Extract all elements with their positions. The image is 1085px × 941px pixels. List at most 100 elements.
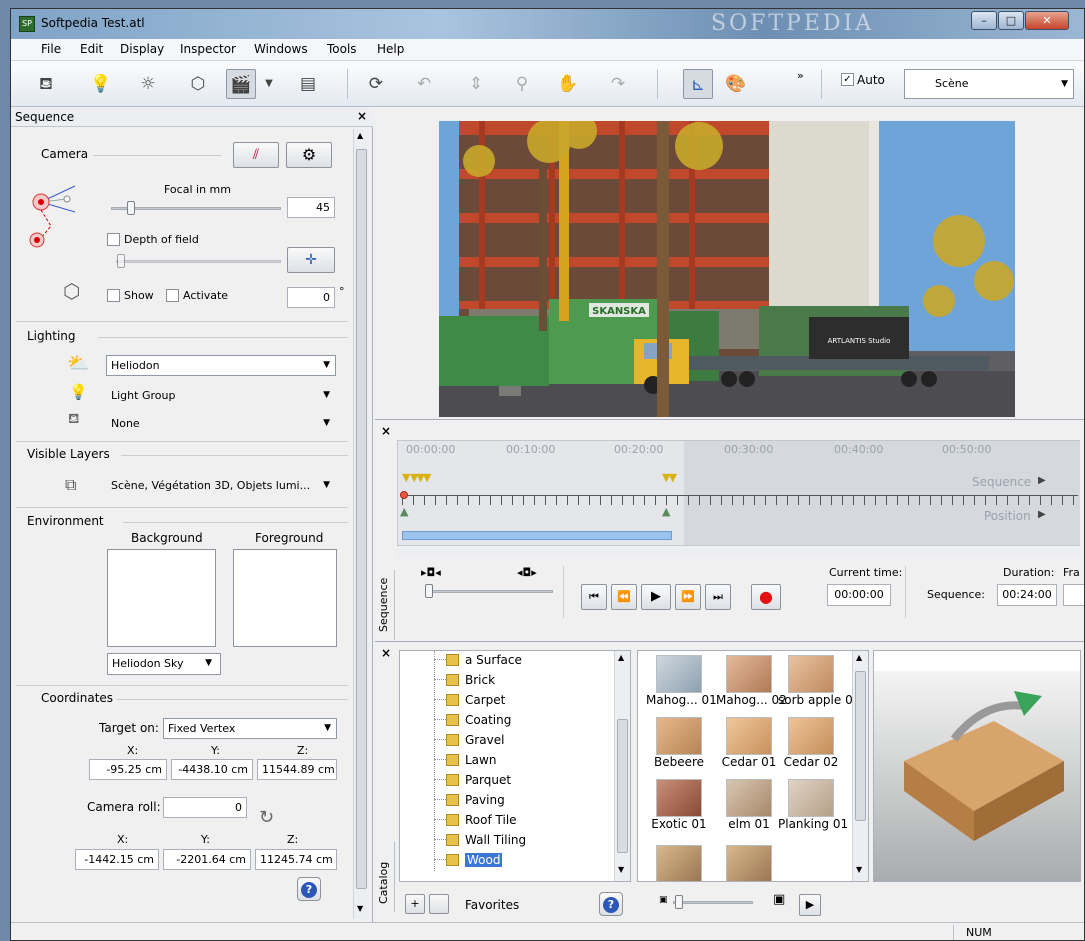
auto-checkbox[interactable]: ✓ [841,73,854,86]
camera-lines-button[interactable]: ⫽ [233,142,279,168]
focal-input[interactable]: 45 [287,197,335,218]
maximize-button[interactable]: □ [998,11,1024,30]
target-z-input[interactable]: 11544.89 cm [257,759,337,780]
shaders-icon[interactable]: ⛾ [31,69,61,99]
thumbnail-size-slider[interactable] [673,901,753,904]
scroll-down-icon[interactable]: ▼ [618,865,624,874]
tree-folder-brick[interactable]: Brick [434,673,495,693]
scroll-down-icon[interactable]: ▼ [357,904,363,913]
material-item[interactable]: Cedar 01 [716,717,782,769]
catalog-help-button[interactable]: ? [599,892,623,916]
position-marker-start[interactable]: ▲ [400,505,408,518]
material-thumbnail[interactable] [656,845,702,881]
hand-icon[interactable]: ✋ [553,69,583,99]
rewind-button[interactable]: ⏪ [611,584,637,610]
scroll-up-icon[interactable]: ▲ [618,653,624,662]
timeline-zoom-thumb[interactable] [425,584,433,598]
timeline-ruler[interactable] [402,495,1078,505]
background-preview[interactable] [107,549,216,647]
focal-slider[interactable] [111,207,281,210]
sequence-track-arrow[interactable]: ▶ [1038,475,1046,486]
sequence-panel-close-icon[interactable]: × [381,424,391,438]
depth-of-field-checkbox[interactable] [107,233,120,246]
thumbnail-size-thumb[interactable] [675,895,683,909]
show-checkbox[interactable] [107,289,120,302]
undo-view-icon[interactable]: ↶ [409,69,439,99]
tree-folder-lawn[interactable]: Lawn [434,753,496,773]
tree-folder-coating[interactable]: Coating [434,713,511,733]
sun-select[interactable]: Heliodon ▼ [106,355,336,376]
material-scrollbar[interactable]: ▲ ▼ [852,651,868,881]
material-item[interactable]: Exotic 01 [646,779,712,831]
focus-target-button[interactable]: ✛ [287,247,335,273]
light-group-select[interactable]: Light Group ▼ [106,385,336,406]
current-time-input[interactable]: 00:00:00 [827,584,891,606]
remove-favorite-button[interactable] [429,894,449,914]
sky-select[interactable]: Heliodon Sky ▼ [107,653,221,675]
angle-input[interactable]: 0 [287,287,335,308]
go-to-start-button[interactable]: ⏮ [581,584,607,610]
scroll-thumb[interactable] [617,719,628,853]
gear-icon[interactable]: ⚙ [286,142,332,168]
visible-layers-select[interactable]: Scène, Végétation 3D, Objets lumi... ▼ [106,475,336,496]
tree-folder-carpet[interactable]: Carpet [434,693,505,713]
scroll-up-icon[interactable]: ▲ [357,131,363,140]
menu-tools[interactable]: Tools [327,42,357,56]
redo-view-icon[interactable]: ↷ [603,69,633,99]
playhead[interactable] [400,491,408,499]
zoom-icon[interactable]: ⚲ [507,69,537,99]
catalog-tab[interactable]: Catalog [375,842,395,912]
record-button[interactable]: ● [751,584,781,610]
minimize-button[interactable]: – [971,11,997,30]
catalog-panel-close-icon[interactable]: × [381,646,391,660]
depth-slider[interactable] [116,260,281,263]
menu-file[interactable]: File [41,42,61,56]
material-item[interactable]: Cedar 02 [778,717,844,769]
panel-scrollbar[interactable]: ▲ ▼ [353,129,369,919]
rotate-view-icon[interactable]: ⟳ [361,69,391,99]
scroll-down-icon[interactable]: ▼ [856,865,862,874]
keyframe-markers[interactable]: ▼ ▼▼▼ [402,471,431,484]
chevron-down-icon[interactable]: ▼ [261,69,277,99]
tree-folder-wood[interactable]: Wood [434,853,503,873]
panel-close-icon[interactable]: × [357,109,367,123]
duration-input[interactable]: 00:24:00 [997,584,1057,606]
menu-help[interactable]: Help [377,42,404,56]
camera-z-input[interactable]: 11245.74 cm [255,849,337,870]
tree-folder-paving[interactable]: Paving [434,793,505,813]
tree-folder-roof-tile[interactable]: Roof Tile [434,813,517,833]
fast-forward-button[interactable]: ⏩ [675,584,701,610]
material-item[interactable]: elm 01 [716,779,782,831]
camera-roll-input[interactable]: 0 [163,797,247,818]
help-button[interactable]: ? [297,877,321,901]
shader-select[interactable]: None ▼ [106,413,336,434]
scroll-up-icon[interactable]: ▲ [856,653,862,662]
close-button[interactable]: ✕ [1025,11,1069,30]
light-bulb-icon[interactable]: 💡 [86,69,116,99]
foreground-preview[interactable] [233,549,337,647]
material-item[interactable]: Planking 01 [778,779,848,831]
scroll-thumb[interactable] [855,671,866,821]
sequence-tab[interactable]: Sequence [375,570,395,640]
camera-x-input[interactable]: -1442.15 cm [75,849,159,870]
camera-y-input[interactable]: -2201.64 cm [163,849,251,870]
position-track-arrow[interactable]: ▶ [1038,509,1046,520]
tree-folder-gravel[interactable]: Gravel [434,733,504,753]
tree-folder-a-surface[interactable]: a Surface [434,653,522,673]
sun-icon[interactable]: ☼ [133,69,163,99]
axes-icon[interactable]: ⊾ [683,69,713,99]
roll-dial-icon[interactable]: ↻ [259,807,274,828]
menu-edit[interactable]: Edit [80,42,103,56]
go-to-end-button[interactable]: ⏭ [705,584,731,610]
tree-scrollbar[interactable]: ▲ ▼ [614,651,630,881]
sequence-range-bar[interactable] [402,531,672,540]
zoom-out-timeline-icon[interactable]: ◂◘▸ [517,566,537,579]
keyframe-markers-end[interactable]: ▼▼ [662,471,677,484]
timeline-area[interactable]: 00:00:00 00:10:00 00:20:00 00:30:00 00:4… [397,440,1080,546]
target-x-input[interactable]: -95.25 cm [89,759,167,780]
target-on-select[interactable]: Fixed Vertex ▼ [163,718,337,739]
render-viewport[interactable]: SKANSKA ARTLANTIS Studio [439,121,1015,417]
play-button[interactable]: ▶ [641,584,671,610]
material-item[interactable]: Bebeere [646,717,712,769]
tree-folder-parquet[interactable]: Parquet [434,773,511,793]
